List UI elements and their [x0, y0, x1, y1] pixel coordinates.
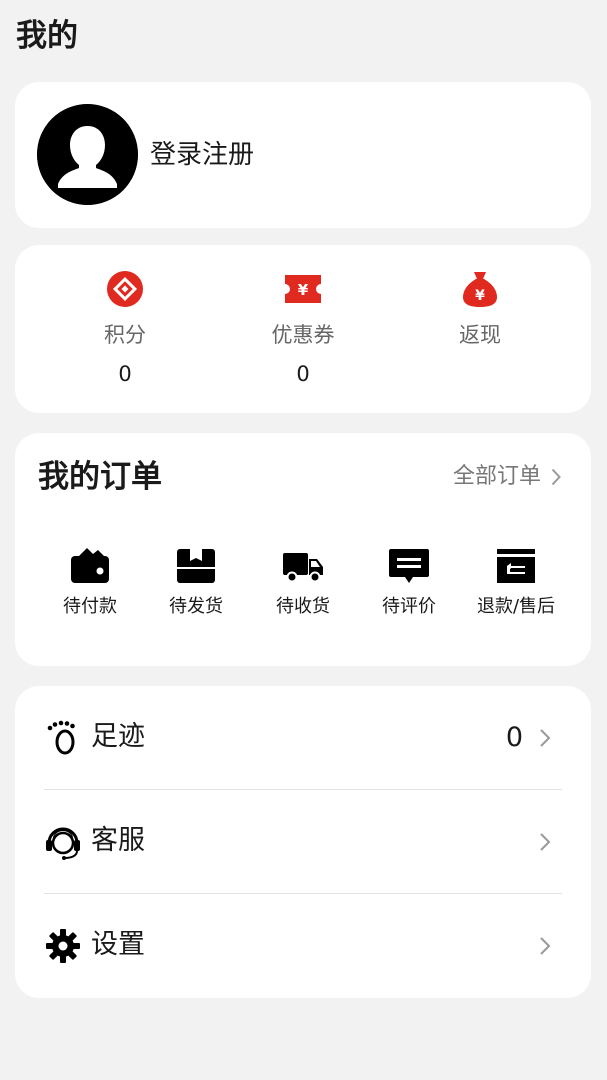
comment-icon — [389, 549, 429, 583]
headset-icon — [46, 827, 80, 860]
chevron-right-icon — [551, 468, 561, 486]
package-icon — [177, 549, 215, 583]
refund-icon — [497, 549, 535, 583]
footprint-count: 0 — [505, 722, 523, 753]
truck-icon — [283, 553, 323, 583]
assets-card: 积分 0 ¥ 优惠券 0 ¥ 返现 — [15, 245, 591, 413]
asset-coupon[interactable]: ¥ 优惠券 0 — [243, 269, 363, 387]
wallet-icon — [71, 548, 109, 583]
order-pending-shipment[interactable]: 待发货 — [141, 545, 251, 619]
menu-label: 设置 — [91, 929, 145, 960]
asset-label: 积分 — [104, 323, 146, 347]
coupon-icon: ¥ — [285, 275, 321, 303]
chevron-right-icon — [540, 937, 551, 955]
order-pending-receipt[interactable]: 待收货 — [248, 545, 358, 619]
order-label: 退款/售后 — [476, 596, 556, 617]
orders-title: 我的订单 — [38, 459, 162, 495]
svg-text:¥: ¥ — [475, 288, 485, 304]
gear-icon — [46, 929, 80, 963]
points-icon — [107, 271, 143, 307]
asset-label: 返现 — [459, 323, 501, 347]
menu-label: 足迹 — [91, 721, 145, 752]
order-pending-review[interactable]: 待评价 — [354, 545, 464, 619]
order-label: 待评价 — [382, 596, 436, 617]
menu-label: 客服 — [91, 825, 145, 856]
order-label: 待收货 — [276, 596, 330, 617]
cashback-bag-icon: ¥ — [463, 272, 497, 307]
asset-value: 0 — [296, 362, 310, 386]
asset-points[interactable]: 积分 0 — [65, 269, 185, 387]
all-orders-link[interactable]: 全部订单 — [453, 461, 561, 493]
chevron-right-icon — [540, 833, 551, 851]
order-refund-aftersale[interactable]: 退款/售后 — [461, 545, 571, 619]
asset-value: 0 — [118, 362, 132, 386]
menu-card: 足迹 0 客服 设置 — [15, 686, 591, 998]
order-label: 待付款 — [63, 596, 117, 617]
chevron-right-icon — [540, 729, 551, 747]
footprint-icon — [47, 720, 75, 755]
svg-text:¥: ¥ — [298, 281, 309, 299]
menu-item-settings[interactable]: 设置 — [15, 894, 591, 998]
order-label: 待发货 — [169, 596, 223, 617]
profile-card[interactable]: 登录注册 — [15, 82, 591, 228]
all-orders-label: 全部订单 — [452, 464, 541, 489]
login-register-link[interactable]: 登录注册 — [150, 137, 254, 173]
orders-card: 我的订单 全部订单 待付款 待发货 待收货 待评价 退款/售后 — [15, 433, 591, 666]
menu-item-footprint[interactable]: 足迹 0 — [15, 686, 591, 790]
asset-cashback[interactable]: ¥ 返现 — [420, 269, 540, 361]
page-title: 我的 — [16, 18, 78, 54]
order-pending-payment[interactable]: 待付款 — [35, 545, 145, 619]
asset-label: 优惠券 — [271, 323, 335, 347]
menu-item-customer-service[interactable]: 客服 — [15, 790, 591, 894]
avatar-icon[interactable] — [37, 104, 138, 205]
